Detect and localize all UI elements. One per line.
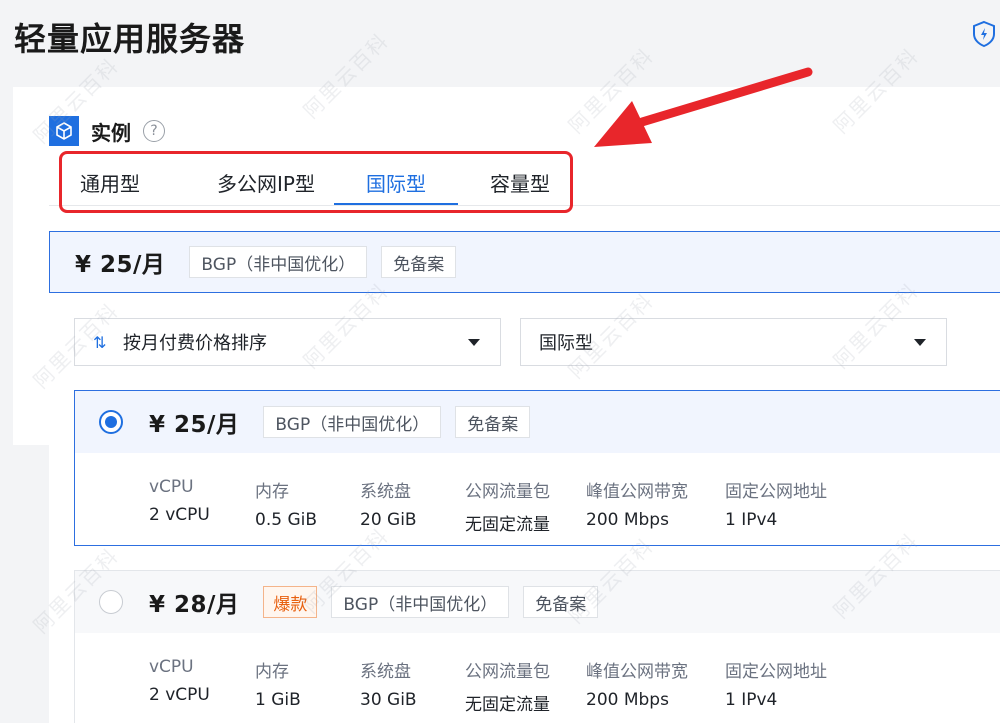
spec-value: 1 GiB xyxy=(255,690,301,710)
shield-lightning-icon[interactable] xyxy=(972,20,996,48)
tab-international[interactable]: 国际型 xyxy=(334,160,458,206)
tab-capacity[interactable]: 容量型 xyxy=(488,160,552,206)
spec-label: 内存 xyxy=(255,482,289,502)
plan-tag-network: BGP（非中国优化） xyxy=(263,406,442,438)
spec-label: 固定公网地址 xyxy=(725,662,827,682)
spec-value: 1 IPv4 xyxy=(725,690,778,710)
sort-select[interactable]: ⇅ 按月付费价格排序 xyxy=(74,318,501,366)
spec-value: 30 GiB xyxy=(360,690,417,710)
tab-multi-ip[interactable]: 多公网IP型 xyxy=(204,160,328,206)
section-label: 实例 xyxy=(91,120,131,145)
spec-label: 固定公网地址 xyxy=(725,482,827,502)
summary-price: ¥ 25/月 xyxy=(75,252,166,278)
spec-label: 峰值公网带宽 xyxy=(586,482,688,502)
sort-select-value: 按月付费价格排序 xyxy=(123,333,267,354)
sort-icon: ⇅ xyxy=(93,332,107,352)
plan-card-header: ¥ 25/月 BGP（非中国优化） 免备案 xyxy=(75,391,1000,453)
spec-value: 1 IPv4 xyxy=(725,510,778,530)
spec-label: 系统盘 xyxy=(360,482,411,502)
tabs-divider xyxy=(49,205,1000,206)
spec-value: 200 Mbps xyxy=(586,510,669,530)
instance-type-tabs: 通用型 多公网IP型 国际型 容量型 xyxy=(78,160,552,206)
type-select[interactable]: 国际型 xyxy=(520,318,947,366)
spec-label: 系统盘 xyxy=(360,662,411,682)
chevron-down-icon xyxy=(468,339,480,346)
spec-label: 公网流量包 xyxy=(465,482,550,502)
spec-label: vCPU xyxy=(149,657,194,677)
cube-icon xyxy=(49,116,79,146)
hot-badge: 爆款 xyxy=(263,586,318,618)
spec-value: 20 GiB xyxy=(360,510,417,530)
spec-value: 2 vCPU xyxy=(149,685,210,705)
chevron-down-icon xyxy=(914,339,926,346)
spec-label: 峰值公网带宽 xyxy=(586,662,688,682)
plan-radio[interactable] xyxy=(99,410,123,434)
spec-value: 200 Mbps xyxy=(586,690,669,710)
help-icon[interactable]: ? xyxy=(143,120,165,142)
instance-section-header: 实例 ? xyxy=(49,116,165,146)
plan-card[interactable]: ¥ 28/月 爆款 BGP（非中国优化） 免备案 vCPU 2 vCPU 内存 1 … xyxy=(74,570,1000,723)
spec-label: 公网流量包 xyxy=(465,662,550,682)
plan-card-header: ¥ 28/月 爆款 BGP（非中国优化） 免备案 xyxy=(75,571,1000,633)
plan-price: ¥ 28/月 xyxy=(149,592,240,618)
side-strip xyxy=(13,445,49,723)
type-select-value: 国际型 xyxy=(539,333,593,354)
plan-specs: vCPU 2 vCPU 内存 1 GiB 系统盘 30 GiB 公网流量包 无固定流量 … xyxy=(75,633,1000,723)
plan-tag-no-filing: 免备案 xyxy=(523,586,599,618)
page-title: 轻量应用服务器 xyxy=(14,20,246,58)
plan-radio[interactable] xyxy=(99,590,123,614)
spec-value: 2 vCPU xyxy=(149,505,210,525)
spec-value: 无固定流量 xyxy=(465,695,550,715)
plan-tag-network: BGP（非中国优化） xyxy=(331,586,510,618)
selected-plan-summary: ¥ 25/月 BGP（非中国优化） 免备案 xyxy=(49,231,1000,293)
spec-value: 0.5 GiB xyxy=(255,510,317,530)
plan-specs: vCPU 2 vCPU 内存 0.5 GiB 系统盘 20 GiB 公网流量包无固定流… xyxy=(75,453,1000,545)
summary-tag-network: BGP（非中国优化） xyxy=(189,246,368,278)
spec-label: vCPU xyxy=(149,477,194,497)
plan-card[interactable]: ¥ 25/月 BGP（非中国优化） 免备案 vCPU 2 vCPU 内存 0.5 G… xyxy=(74,390,1000,546)
plan-price: ¥ 25/月 xyxy=(149,412,240,438)
summary-tag-no-filing: 免备案 xyxy=(381,246,457,278)
plan-tag-no-filing: 免备案 xyxy=(455,406,531,438)
spec-label: 内存 xyxy=(255,662,289,682)
spec-value: 无固定流量 xyxy=(465,515,550,535)
tab-general[interactable]: 通用型 xyxy=(78,160,142,206)
